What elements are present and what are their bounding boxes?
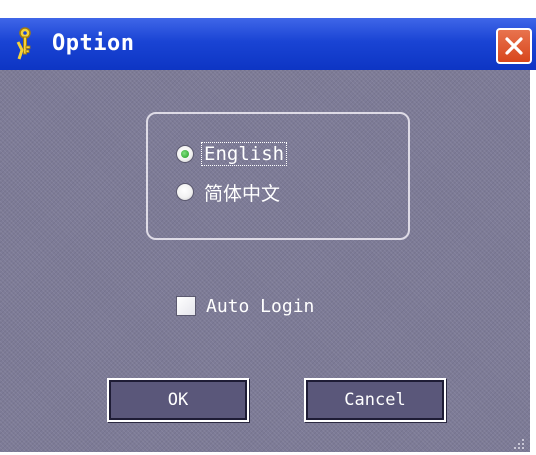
ok-button[interactable]: OK bbox=[107, 378, 249, 422]
radio-label-english[interactable]: English bbox=[200, 142, 288, 166]
radio-button-english[interactable] bbox=[176, 145, 194, 163]
cancel-button[interactable]: Cancel bbox=[304, 378, 446, 422]
dialog-body: English 简体中文 Auto Login OK Cancel bbox=[0, 70, 530, 452]
radio-english[interactable]: English bbox=[176, 140, 288, 168]
title-bar[interactable]: Option bbox=[0, 18, 536, 70]
keys-icon bbox=[12, 26, 42, 62]
window-title: Option bbox=[52, 31, 135, 56]
option-dialog: Option English 简体中文 Auto Login OK Cancel bbox=[0, 0, 536, 452]
auto-login-label[interactable]: Auto Login bbox=[206, 296, 314, 317]
language-group: English 简体中文 bbox=[146, 112, 410, 240]
radio-selected-dot bbox=[181, 150, 189, 158]
radio-button-chinese[interactable] bbox=[176, 183, 194, 201]
resize-grip-icon[interactable] bbox=[512, 436, 526, 450]
close-button[interactable] bbox=[496, 28, 532, 64]
radio-chinese[interactable]: 简体中文 bbox=[176, 178, 282, 206]
radio-label-chinese[interactable]: 简体中文 bbox=[202, 179, 282, 206]
auto-login-option[interactable]: Auto Login bbox=[176, 292, 314, 320]
auto-login-checkbox[interactable] bbox=[176, 296, 196, 316]
